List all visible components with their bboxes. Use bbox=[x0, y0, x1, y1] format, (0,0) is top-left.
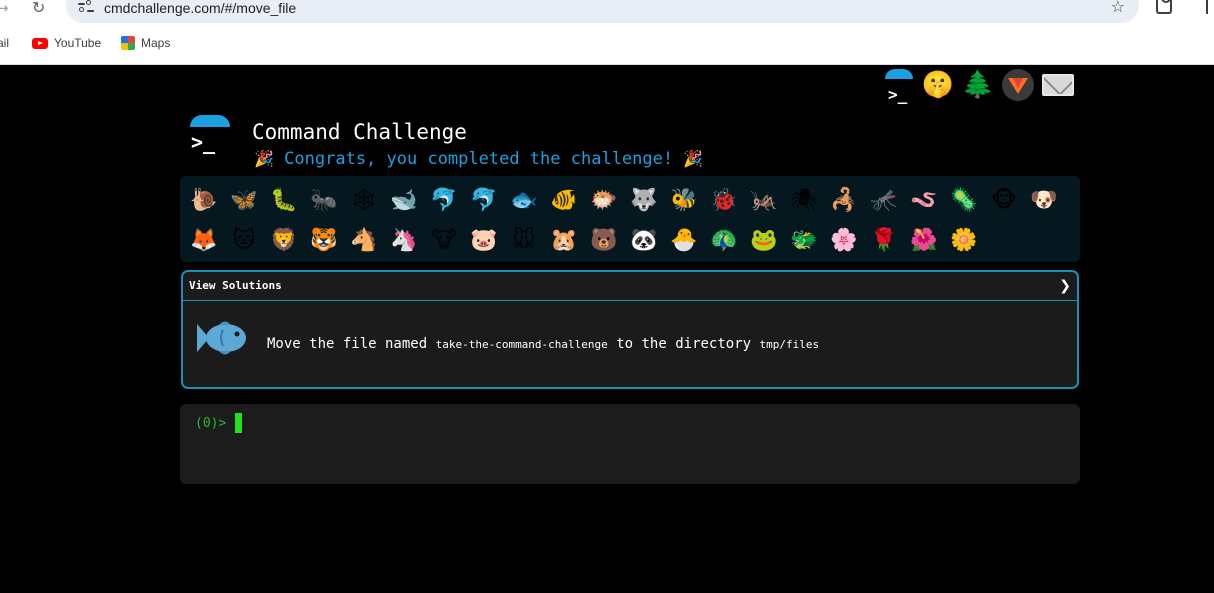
challenge-badge-icon[interactable]: 🌹 bbox=[864, 220, 904, 260]
reload-icon[interactable]: ↻ bbox=[32, 0, 45, 18]
address-bar[interactable]: cmdchallenge.com/#/move_file ☆ bbox=[66, 0, 1139, 23]
challenge-badge-icon[interactable]: 🌼 bbox=[944, 220, 984, 260]
challenge-badge-icon[interactable]: 🐡 bbox=[584, 180, 624, 220]
bookmarks-bar: ail YouTube Maps bbox=[0, 24, 1214, 65]
task-description: Move the file named take-the-command-cha… bbox=[267, 335, 819, 354]
challenge-badge-icon[interactable]: 🦁 bbox=[264, 220, 304, 260]
view-solutions-label: View Solutions bbox=[189, 279, 282, 292]
challenge-badge-icon[interactable]: 🐬 bbox=[424, 180, 464, 220]
bookmark-star-icon[interactable]: ☆ bbox=[1111, 0, 1125, 16]
bookmark-label: YouTube bbox=[54, 36, 102, 50]
challenge-row: 🐌 🦋 🐛 🐜 🕸 🐋 🐬 🐬 🐟 🐠 🐡 🐺 🐝 🐞 🦗 🕷 🦂 🦟 🪱 🦠 🐵 🐶 bbox=[184, 180, 1076, 220]
challenge-badge-icon[interactable]: 🐝 bbox=[664, 180, 704, 220]
page-title: Command Challenge bbox=[252, 120, 467, 144]
shushing-face-icon[interactable]: 🤫 bbox=[922, 68, 954, 102]
site-info-icon[interactable] bbox=[78, 0, 94, 14]
youtube-icon bbox=[32, 37, 48, 49]
bookmark-youtube[interactable]: YouTube bbox=[32, 36, 101, 50]
challenge-badge-icon[interactable]: 🐴 bbox=[344, 220, 384, 260]
challenge-badge-icon[interactable]: 🐜 bbox=[304, 180, 344, 220]
bookmark-gmail[interactable]: ail bbox=[0, 36, 9, 50]
challenge-badge-icon[interactable]: 🐶 bbox=[1024, 180, 1064, 220]
challenge-badge-icon[interactable]: 🐠 bbox=[544, 180, 584, 220]
challenge-badge-icon[interactable]: 🦟 bbox=[864, 180, 904, 220]
challenge-badge-icon[interactable]: 🌺 bbox=[904, 220, 944, 260]
bookmark-maps[interactable]: Maps bbox=[121, 36, 170, 50]
party-popper-icon: 🎉 bbox=[683, 149, 704, 168]
christmas-tree-icon[interactable]: 🌲 bbox=[962, 68, 994, 102]
challenge-row: 🦊 🐱 🦁 🐯 🐴 🦄 🐮 🐷 🐭 🐹 🐻 🐼 🐣 🦚 🐸 🐲 🌸 🌹 🌺 🌼 bbox=[184, 220, 1076, 260]
challenge-badge-icon[interactable]: 🐭 bbox=[504, 220, 544, 260]
view-solutions-toggle[interactable]: View Solutions ❯ bbox=[183, 272, 1077, 301]
completed-challenges-grid: 🐌 🦋 🐛 🐜 🕸 🐋 🐬 🐬 🐟 🐠 🐡 🐺 🐝 🐞 🦗 🕷 🦂 🦟 🪱 🦠 🐵 🐶 🦊 🐱 🦁 🐯 🐴 🦄 🐮 🐷 🐭 🐹 🐻 🐼 🐣 🦚 🐸 🐲 🌸… bbox=[180, 176, 1080, 262]
congrats-text: Congrats, you completed the challenge! bbox=[284, 149, 674, 169]
back-arrow-icon[interactable]: → bbox=[0, 0, 9, 18]
challenge-badge-icon[interactable]: 🐱 bbox=[224, 220, 264, 260]
bookmark-label: Maps bbox=[141, 36, 171, 50]
challenge-badge-icon[interactable]: 🦊 bbox=[184, 220, 224, 260]
task-filename: take-the-command-challenge bbox=[435, 338, 608, 351]
challenge-badge-icon[interactable]: 🐼 bbox=[624, 220, 664, 260]
challenge-badge-icon[interactable]: 🐺 bbox=[624, 180, 664, 220]
terminal-cursor bbox=[235, 413, 242, 433]
challenge-badge-icon[interactable]: 🐟 bbox=[504, 180, 544, 220]
challenge-badge-icon[interactable]: 🐹 bbox=[544, 220, 584, 260]
top-icon-bar: >_ 🤫 🌲 bbox=[882, 68, 1074, 104]
challenge-badge-icon[interactable]: 🐋 bbox=[384, 180, 424, 220]
envelope-icon bbox=[1042, 74, 1074, 96]
challenge-badge-icon[interactable]: 🐣 bbox=[664, 220, 704, 260]
challenge-badge-icon[interactable]: 🐮 bbox=[424, 220, 464, 260]
challenge-badge-icon[interactable]: 🪱 bbox=[904, 180, 944, 220]
browser-menu-icon[interactable] bbox=[1206, 0, 1208, 14]
challenge-badge-icon[interactable]: 🦗 bbox=[744, 180, 784, 220]
challenge-badge-icon[interactable]: 🐛 bbox=[264, 180, 304, 220]
challenge-badge-icon[interactable]: 🐯 bbox=[304, 220, 344, 260]
challenge-badge-icon[interactable]: 🕷 bbox=[784, 180, 824, 220]
page-header: >_ Command Challenge 🎉 Congrats, you com… bbox=[186, 115, 786, 175]
terminal-prompt: (0)> bbox=[195, 416, 227, 431]
task-prefix: Move the file named bbox=[267, 336, 428, 352]
gitlab-icon[interactable] bbox=[1002, 69, 1034, 101]
challenge-badge-icon[interactable]: 🦠 bbox=[944, 180, 984, 220]
challenge-badge-icon[interactable]: 🐷 bbox=[464, 220, 504, 260]
chevron-right-icon[interactable]: ❯ bbox=[1059, 277, 1071, 295]
umbrella-icon bbox=[190, 115, 230, 127]
congrats-message: 🎉 Congrats, you completed the challenge!… bbox=[254, 148, 703, 170]
challenge-panel: View Solutions ❯ Move the file named tak… bbox=[181, 270, 1079, 389]
prompt-glyph: >_ bbox=[191, 130, 216, 154]
challenge-badge-icon[interactable]: 🐵 bbox=[984, 180, 1024, 220]
challenge-badge-icon[interactable]: 🐌 bbox=[184, 180, 224, 220]
cmdchallenge-logo-icon[interactable]: >_ bbox=[882, 68, 914, 104]
challenge-badge-icon[interactable]: 🐻 bbox=[584, 220, 624, 260]
browser-toolbar: → ↻ cmdchallenge.com/#/move_file ☆ bbox=[0, 0, 1214, 24]
challenge-badge-icon[interactable]: 🐬 bbox=[464, 180, 504, 220]
challenge-badge-icon[interactable]: 🐸 bbox=[744, 220, 784, 260]
task-middle: to the directory bbox=[616, 336, 752, 352]
challenge-badge-icon[interactable]: 🐲 bbox=[784, 220, 824, 260]
fish-icon bbox=[197, 321, 246, 355]
terminal-input[interactable]: (0)> bbox=[180, 404, 1080, 484]
challenge-badge-icon[interactable]: 🦂 bbox=[824, 180, 864, 220]
page: >_ 🤫 🌲 >_ Command Challenge 🎉 Congrats, … bbox=[0, 65, 1214, 593]
challenge-badge-icon[interactable]: 🦄 bbox=[384, 220, 424, 260]
cmdchallenge-logo: >_ bbox=[188, 115, 232, 159]
challenge-badge-icon[interactable]: 🌸 bbox=[824, 220, 864, 260]
bookmark-label: ail bbox=[0, 36, 10, 50]
task-directory: tmp/files bbox=[759, 338, 820, 351]
maps-icon bbox=[121, 36, 135, 50]
challenge-badge-icon[interactable]: 🕸 bbox=[344, 180, 384, 220]
url-text[interactable]: cmdchallenge.com/#/move_file bbox=[104, 0, 296, 16]
party-popper-icon: 🎉 bbox=[254, 149, 274, 168]
challenge-badge-icon[interactable]: 🦚 bbox=[704, 220, 744, 260]
challenge-badge-icon[interactable]: 🦋 bbox=[224, 180, 264, 220]
extensions-icon[interactable] bbox=[1156, 0, 1172, 14]
challenge-badge-icon[interactable]: 🐞 bbox=[704, 180, 744, 220]
envelope-icon-wrap[interactable] bbox=[1042, 68, 1074, 102]
